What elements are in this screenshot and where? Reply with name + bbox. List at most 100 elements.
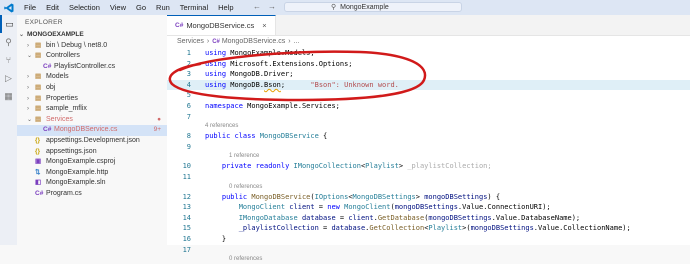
folder-icon: ▤: [35, 94, 42, 102]
source-control-icon[interactable]: ⑂: [0, 51, 17, 69]
tree-item[interactable]: ▣ MongoExample.csproj: [17, 157, 167, 168]
file-icon: C#: [35, 189, 44, 197]
tree-item[interactable]: ⌄ ▤ Services ●: [17, 115, 167, 126]
code-line-11: 11: [182, 172, 191, 181]
tab-mongodbservice[interactable]: C# MongoDBService.cs ×: [167, 15, 276, 35]
activity-bar: ▭ ⚲ ⑂ ▷ ▦: [0, 15, 17, 245]
code-line-13: 13 MongoClient client = new MongoClient(…: [182, 203, 551, 212]
folder-icon: ▤: [35, 83, 42, 91]
code-editor[interactable]: 1 using MongoExample.Models; 2 using Micro…: [167, 48, 690, 264]
menu-file[interactable]: File: [19, 3, 41, 12]
tree-item-label: Properties: [46, 94, 78, 102]
chevron-right-icon: ›: [27, 95, 29, 102]
run-debug-icon[interactable]: ▷: [0, 69, 17, 87]
csharp-file-icon: C#: [175, 22, 184, 29]
chevron-down-icon: ⌄: [27, 116, 33, 123]
tree-item-label: Program.cs: [46, 189, 82, 197]
tree-item[interactable]: ⇅ MongoExample.http: [17, 168, 167, 179]
tree-item[interactable]: › ▤ sample_mflix: [17, 104, 167, 115]
file-icon: {}: [35, 136, 41, 144]
code-line-7: 7: [186, 112, 191, 121]
tree-item[interactable]: C# PlaylistController.cs: [17, 62, 167, 73]
folder-icon: ▤: [35, 41, 42, 49]
search-icon: ⚲: [331, 4, 337, 11]
tree-item[interactable]: › ▤ Properties: [17, 94, 167, 105]
chevron-down-icon: ⌄: [19, 32, 25, 38]
command-center-search[interactable]: ⚲ MongoExample: [284, 2, 462, 12]
breadcrumb-services[interactable]: Services: [177, 38, 204, 45]
explorer-title: EXPLORER: [25, 19, 63, 26]
project-root-label: MONGOEXAMPLE: [27, 31, 84, 38]
tree-item[interactable]: › ▤ obj: [17, 83, 167, 94]
menu-go[interactable]: Go: [131, 3, 151, 12]
problem-badge: ●: [157, 115, 161, 123]
tree-item[interactable]: ⌄ ▤ Controllers: [17, 51, 167, 62]
tab-bar: C# MongoDBService.cs ×: [167, 15, 690, 36]
chevron-right-icon: ›: [27, 84, 29, 91]
menu-run[interactable]: Run: [151, 3, 175, 12]
codelens-references[interactable]: 1 reference: [167, 152, 690, 161]
tree-item-label: Controllers: [46, 52, 80, 60]
folder-icon: ▤: [35, 73, 42, 81]
file-icon: ▣: [35, 158, 42, 166]
code-line-1: 1 using MongoExample.Models;: [186, 49, 315, 57]
codelens-references[interactable]: 0 references: [167, 255, 690, 264]
file-icon: ◧: [35, 179, 42, 187]
tree-item[interactable]: C# Program.cs: [17, 189, 167, 200]
folder-icon: ▤: [35, 105, 42, 113]
tree-item[interactable]: ◧ MongoExample.sln: [17, 178, 167, 189]
breadcrumb: Services › C# MongoDBService.cs ›...: [177, 38, 300, 45]
extensions-icon[interactable]: ▦: [0, 87, 17, 105]
code-line-3: 3 using MongoDB.Driver;: [186, 70, 294, 79]
tree-item-label: MongoExample.sln: [46, 179, 106, 187]
close-icon[interactable]: ×: [262, 21, 266, 30]
code-line-15: 15 _playlistCollection = database.GetCol…: [182, 224, 631, 233]
tree-item-label: sample_mflix: [46, 105, 87, 113]
command-center-label: MongoExample: [340, 3, 389, 11]
code-line-17: 17: [182, 245, 191, 254]
tree-item[interactable]: {} appsettings.json: [17, 147, 167, 158]
folder-icon: ▤: [35, 52, 42, 60]
menu-selection[interactable]: Selection: [64, 3, 105, 12]
breadcrumb-file[interactable]: MongoDBService.cs: [222, 38, 285, 45]
project-root[interactable]: ⌄ MONGOEXAMPLE: [17, 30, 167, 41]
codelens-references[interactable]: 4 references: [167, 122, 690, 131]
code-line-5: 5: [186, 91, 191, 100]
codelens-references[interactable]: 0 references: [167, 183, 690, 192]
problem-badge: 9+: [153, 126, 161, 134]
chevron-right-icon: ›: [27, 106, 29, 113]
tree-item-label: appsettings.Development.json: [46, 136, 140, 144]
tree-item-label: MongoExample.http: [46, 168, 109, 176]
menu-terminal[interactable]: Terminal: [175, 3, 213, 12]
chevron-right-icon: ›: [27, 74, 29, 81]
menu-help[interactable]: Help: [213, 3, 238, 12]
search-view-icon[interactable]: ⚲: [0, 33, 17, 51]
code-line-16: 16 }: [182, 234, 227, 243]
chevron-right-icon: ›: [27, 42, 29, 49]
tab-label: MongoDBService.cs: [186, 21, 255, 30]
breadcrumb-more[interactable]: ...: [294, 38, 300, 45]
code-line-14: 14 IMongoDatabase database = client.GetD…: [182, 213, 581, 222]
tree-item[interactable]: › ▤ bin \ Debug \ net8.0: [17, 41, 167, 52]
tree-item-label: PlaylistController.cs: [54, 62, 116, 70]
tree-item[interactable]: › ▤ Models: [17, 72, 167, 83]
tree-item-label: Models: [46, 73, 69, 81]
code-line-4: 4 using MongoDB.Bson; "Bson": Unknown wor…: [167, 79, 690, 91]
vscode-logo-icon: [3, 2, 15, 14]
menu-edit[interactable]: Edit: [41, 3, 64, 12]
menu-view[interactable]: View: [105, 3, 131, 12]
nav-forward-icon[interactable]: →: [268, 2, 276, 11]
tree-item-label: MongoDBService.cs: [54, 126, 118, 134]
explorer-icon[interactable]: ▭: [0, 15, 17, 33]
code-line-6: 6 namespace MongoExample.Services;: [186, 101, 340, 110]
tree-item-label: Services: [46, 115, 73, 123]
tree-item[interactable]: {} appsettings.Development.json: [17, 136, 167, 147]
spell-check-hint: "Bson": Unknown word.: [310, 80, 399, 89]
code-line-12: 12 public MongoDBService(IOptions<MongoD…: [182, 192, 501, 201]
tree-item[interactable]: C# MongoDBService.cs 9+: [17, 125, 167, 136]
tree-item-label: appsettings.json: [46, 147, 97, 155]
folder-icon: ▤: [35, 115, 42, 123]
tree-item-label: MongoExample.csproj: [46, 158, 116, 166]
code-line-9: 9: [186, 142, 191, 151]
nav-back-icon[interactable]: ←: [253, 2, 261, 11]
